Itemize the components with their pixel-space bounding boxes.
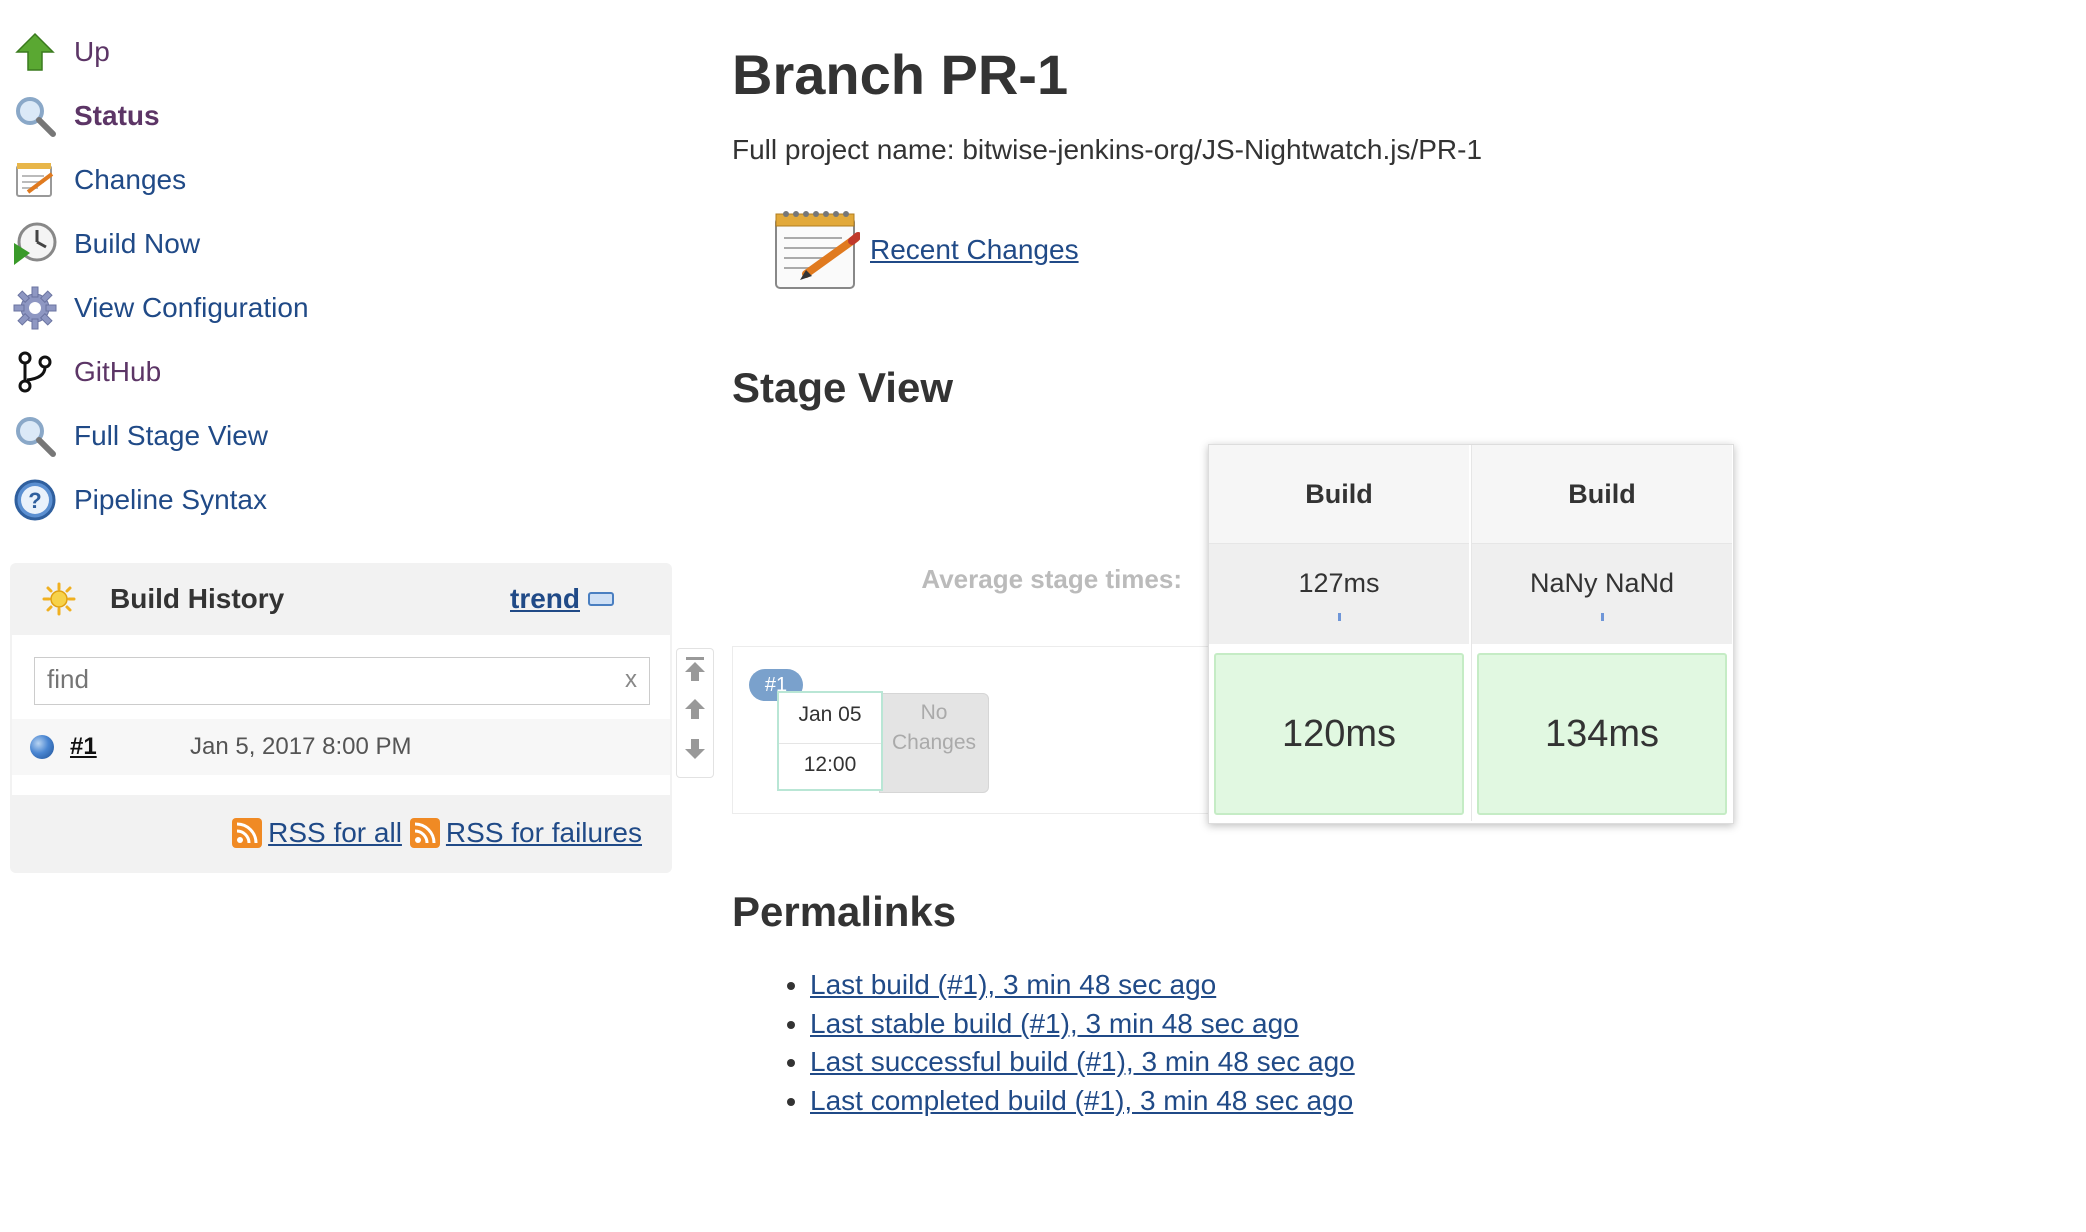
sidebar-item-label: Changes — [74, 164, 187, 195]
stage-run-cell[interactable]: 134ms — [1477, 653, 1727, 815]
notepad-icon — [10, 155, 60, 205]
rss-icon — [409, 818, 440, 848]
clear-search-button[interactable]: x — [625, 666, 637, 694]
stage-view: Average stage times: #1 Jan 05 12:00 No … — [732, 442, 1742, 824]
permalink-last-completed-build[interactable]: Last completed build (#1), 3 min 48 sec … — [810, 1085, 1353, 1116]
sidebar-item-status[interactable]: Status — [10, 84, 670, 148]
page-title: Branch PR-1 — [732, 43, 1069, 106]
status-ball-icon — [30, 735, 54, 759]
list-item: Last stable build (#1), 3 min 48 sec ago — [810, 1005, 1355, 1044]
sidebar-item-label: Status — [74, 100, 160, 131]
run-date-divider — [779, 743, 881, 744]
run-time: 12:00 — [803, 753, 857, 776]
up-arrow-icon — [10, 27, 60, 77]
sidebar-item-label: GitHub — [74, 356, 162, 387]
permalink-last-stable-build[interactable]: Last stable build (#1), 3 min 48 sec ago — [810, 1008, 1299, 1039]
stage-average-bar — [1337, 612, 1341, 621]
permalinks-list: Last build (#1), 3 min 48 sec ago Last s… — [782, 966, 1355, 1120]
build-number-link[interactable]: #1 — [70, 733, 190, 761]
collapse-icon[interactable] — [588, 592, 614, 606]
list-item: Last successful build (#1), 3 min 48 sec… — [810, 1043, 1355, 1082]
find-input[interactable] — [35, 658, 599, 701]
stage-average-bar — [1600, 612, 1604, 621]
run-date-box[interactable]: Jan 05 12:00 — [777, 691, 883, 791]
stage-column: Build 127ms 120ms — [1209, 445, 1469, 821]
permalinks-heading: Permalinks — [732, 888, 957, 935]
magnifier-icon — [10, 91, 60, 141]
permalink-last-successful-build[interactable]: Last successful build (#1), 3 min 48 sec… — [810, 1046, 1355, 1077]
rss-failures-link[interactable]: RSS for failures — [446, 817, 642, 849]
build-history-body: x #1 Jan 5, 2017 8:00 PM — [12, 635, 670, 795]
branch-icon — [10, 347, 60, 397]
sidebar-item-label: Up — [74, 36, 110, 67]
list-item: Last build (#1), 3 min 48 sec ago — [810, 966, 1355, 1005]
sidebar-item-github[interactable]: GitHub — [10, 340, 670, 404]
stage-header: Build — [1209, 445, 1469, 544]
trend-link[interactable]: trend — [510, 583, 580, 615]
list-item: Last completed build (#1), 3 min 48 sec … — [810, 1082, 1355, 1121]
build-history-header: Build History trend — [10, 563, 672, 635]
stage-average-value: NaNy NaNd — [1529, 567, 1675, 598]
scroll-down-icon[interactable] — [677, 729, 713, 769]
stage-run-cell[interactable]: 120ms — [1214, 653, 1464, 815]
stage-average: 127ms — [1209, 544, 1469, 644]
build-row: #1 Jan 5, 2017 8:00 PM — [12, 719, 670, 775]
stage-header: Build — [1472, 445, 1732, 544]
stage-average-value: 127ms — [1298, 567, 1380, 598]
help-icon: ? — [10, 475, 60, 525]
build-history-panel: Build History trend x #1 Jan 5, 2017 8:0… — [10, 563, 672, 873]
stage-average: NaNy NaNd — [1472, 544, 1732, 644]
no-changes-box[interactable]: No Changes — [879, 693, 989, 793]
svg-text:?: ? — [28, 488, 41, 513]
history-scroll-control — [676, 648, 714, 778]
no-changes-line1: No — [920, 701, 948, 724]
scroll-top-icon[interactable] — [677, 649, 713, 689]
build-history-footer: RSS for all RSS for failures — [10, 795, 672, 871]
sidebar-nav: Up Status Changes Build Now View Configu… — [10, 20, 670, 532]
scroll-up-icon[interactable] — [677, 689, 713, 729]
gear-icon — [10, 283, 60, 333]
no-changes-line2: Changes — [891, 731, 977, 754]
sidebar-item-changes[interactable]: Changes — [10, 148, 670, 212]
recent-changes-link[interactable]: Recent Changes — [870, 234, 1079, 266]
stage-table: Build 127ms 120ms Build NaNy NaNd 134ms — [1208, 444, 1734, 824]
sidebar-item-label: View Configuration — [74, 292, 309, 323]
permalink-last-build[interactable]: Last build (#1), 3 min 48 sec ago — [810, 969, 1216, 1000]
sidebar-item-build-now[interactable]: Build Now — [10, 212, 670, 276]
pipeline-run-row: #1 Jan 05 12:00 No Changes — [732, 646, 1212, 814]
run-date: Jan 05 — [798, 703, 862, 726]
full-project-name: Full project name: bitwise-jenkins-org/J… — [732, 134, 1483, 165]
sidebar-item-full-stage-view[interactable]: Full Stage View — [10, 404, 670, 468]
build-history-title: Build History — [110, 583, 285, 614]
stage-column: Build NaNy NaNd 134ms — [1471, 445, 1732, 821]
average-stage-times-label: Average stage times: — [921, 564, 1182, 594]
rss-all-link[interactable]: RSS for all — [268, 817, 402, 849]
find-field: x — [34, 657, 650, 705]
rss-icon — [232, 818, 263, 848]
sidebar-item-up[interactable]: Up — [10, 20, 670, 84]
sidebar-item-label: Pipeline Syntax — [74, 484, 268, 515]
build-date[interactable]: Jan 5, 2017 8:00 PM — [190, 733, 411, 761]
stage-view-heading: Stage View — [732, 364, 953, 411]
sidebar-item-label: Full Stage View — [74, 420, 269, 451]
sidebar-item-view-configuration[interactable]: View Configuration — [10, 276, 670, 340]
sidebar-item-label: Build Now — [74, 228, 201, 259]
notepad-icon — [770, 204, 862, 294]
sun-icon — [42, 582, 76, 616]
clock-play-icon — [10, 219, 60, 269]
sidebar-item-pipeline-syntax[interactable]: ? Pipeline Syntax — [10, 468, 670, 532]
magnifier-icon — [10, 411, 60, 461]
